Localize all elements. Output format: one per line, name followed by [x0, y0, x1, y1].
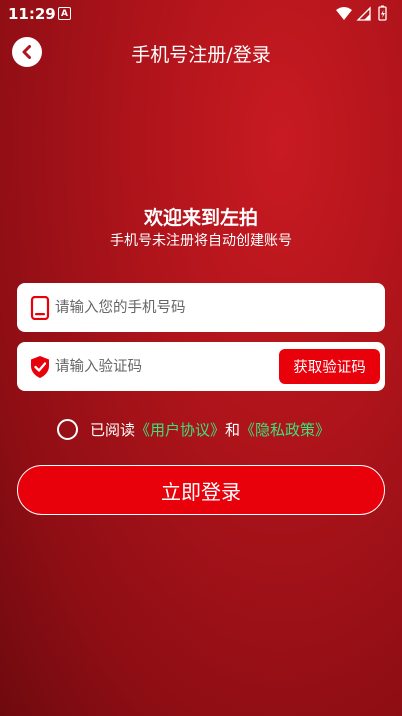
page-title: 手机号注册/登录	[131, 44, 271, 66]
battery-icon	[378, 5, 387, 21]
agreement-radio[interactable]	[57, 418, 78, 440]
notification-app-icon: A	[58, 7, 71, 20]
phone-icon	[30, 296, 50, 320]
shield-check-icon	[31, 356, 49, 378]
header: 手机号注册/登录	[0, 28, 402, 78]
login-button[interactable]: 立即登录	[17, 465, 385, 515]
agreement-prefix: 已阅读	[90, 420, 136, 439]
agreement-conjunction: 和	[225, 420, 241, 439]
wifi-icon	[336, 7, 352, 20]
privacy-policy-link[interactable]: 《隐私政策》	[240, 419, 330, 440]
phone-input[interactable]	[55, 283, 375, 332]
get-code-button[interactable]: 获取验证码	[279, 349, 380, 384]
status-time: 11:29	[8, 5, 56, 23]
code-input[interactable]	[55, 342, 275, 391]
signal-icon	[356, 6, 371, 21]
status-bar: 11:29 A	[0, 0, 402, 28]
status-icons	[334, 5, 394, 23]
code-field: 获取验证码	[17, 342, 385, 391]
welcome-title: 欢迎来到左拍	[143, 207, 258, 229]
phone-field	[17, 283, 385, 332]
agreement-row: 已阅读 《用户协议》 和 《隐私政策》	[57, 418, 330, 440]
user-agreement-link[interactable]: 《用户协议》	[135, 419, 225, 440]
welcome-subtitle: 手机号未注册将自动创建账号	[110, 233, 292, 249]
